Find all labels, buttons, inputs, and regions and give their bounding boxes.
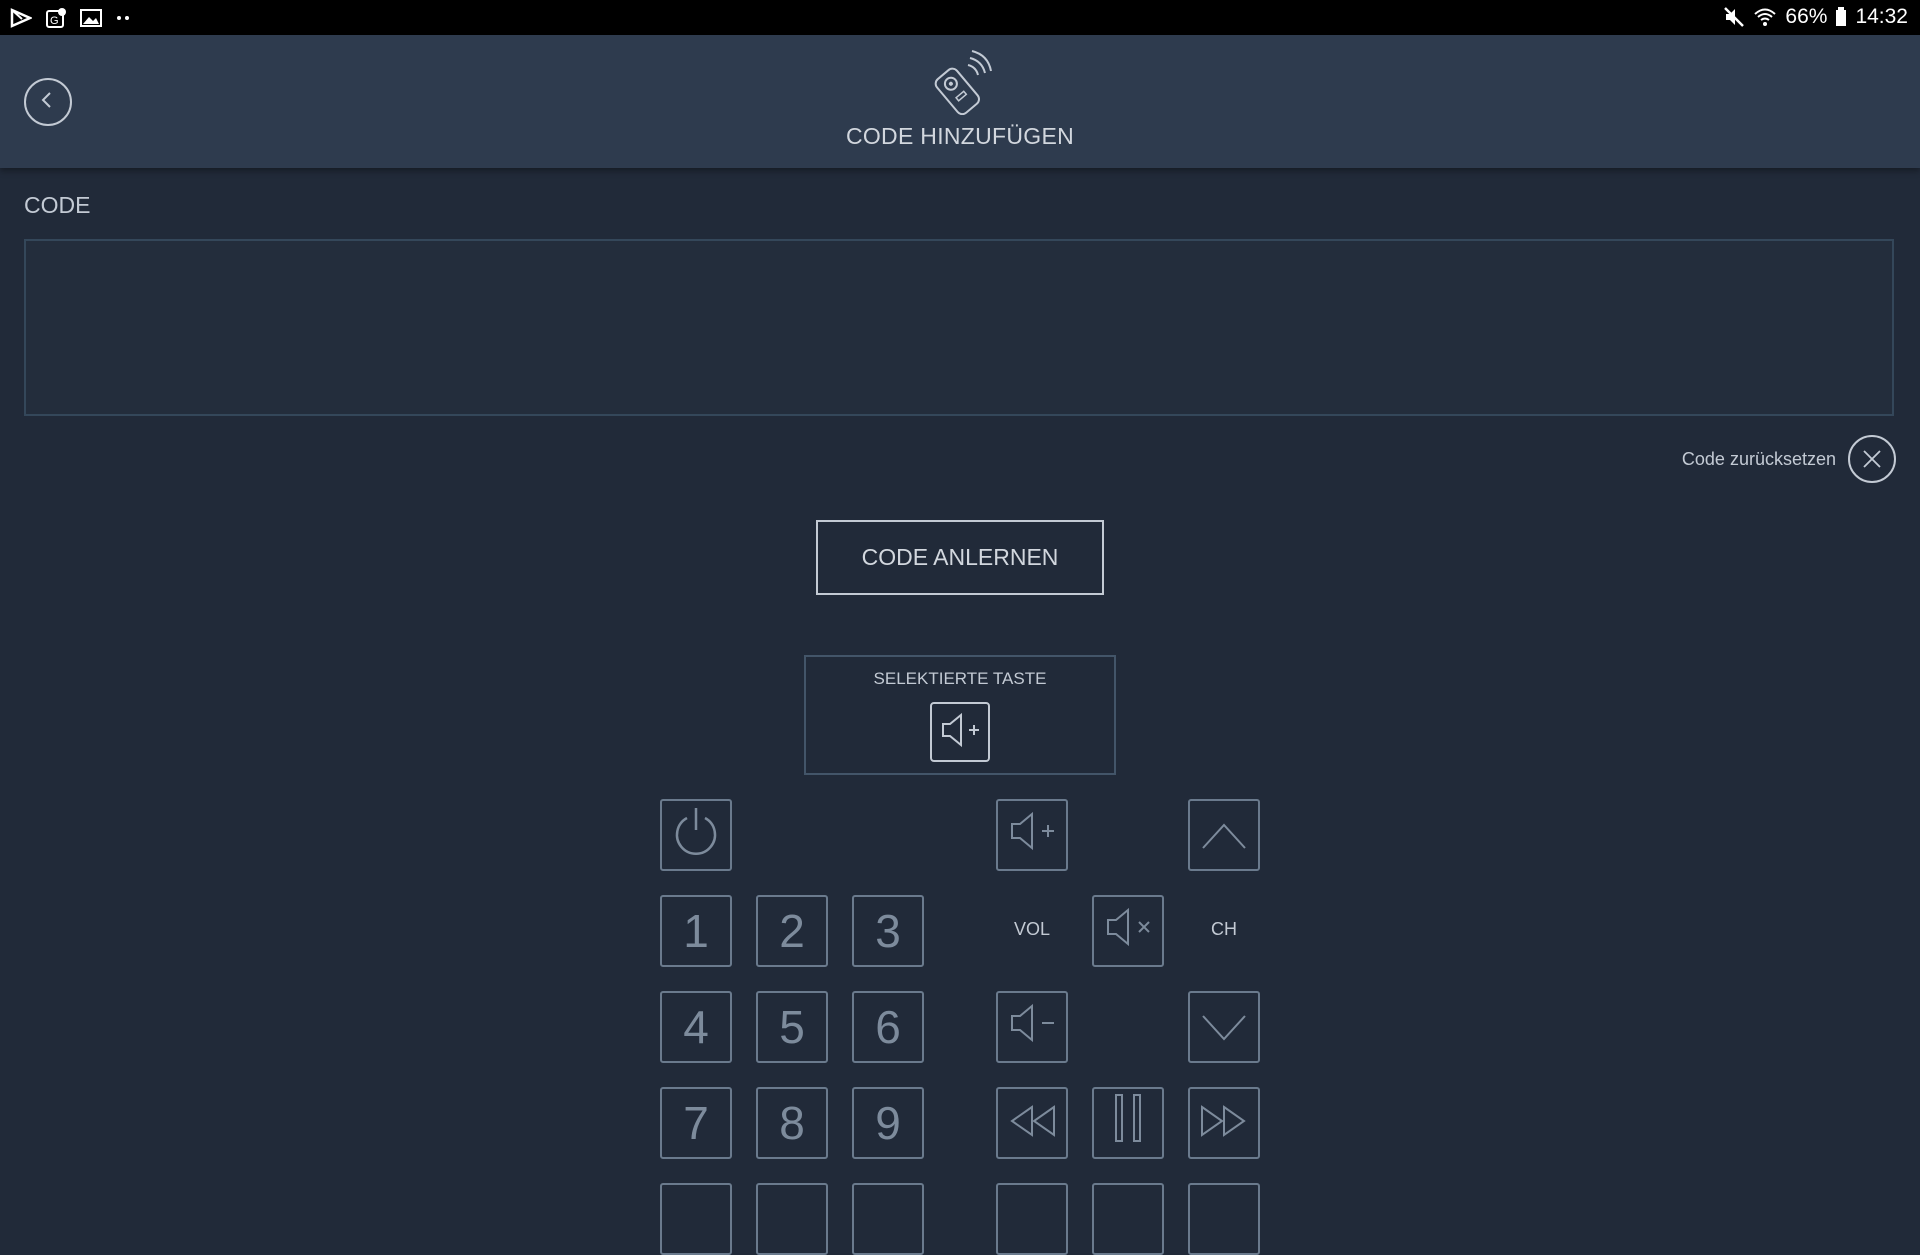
- digit-5-button[interactable]: 5: [756, 991, 828, 1063]
- rewind-button[interactable]: [996, 1087, 1068, 1159]
- volume-down-icon: [1004, 1000, 1060, 1054]
- digit-8-button[interactable]: 8: [756, 1087, 828, 1159]
- selected-key-label: SELEKTIERTE TASTE: [873, 669, 1047, 688]
- back-arrow-icon: [38, 90, 58, 115]
- back-button[interactable]: [24, 78, 72, 126]
- play-store-icon: [10, 8, 32, 28]
- power-icon: [670, 804, 722, 867]
- mute-icon: [1723, 6, 1745, 28]
- fast-forward-icon: [1196, 1096, 1252, 1150]
- gallery-icon: [80, 8, 102, 28]
- reset-code-label: Code zurücksetzen: [1681, 448, 1836, 469]
- digit-9-button[interactable]: 9: [852, 1087, 924, 1159]
- close-icon[interactable]: [1848, 435, 1896, 483]
- app-header: CODE HINZUFÜGEN: [0, 35, 1920, 168]
- clock: 14:32: [1855, 5, 1908, 28]
- digit-7-button[interactable]: 7: [660, 1087, 732, 1159]
- maps-icon: G: [45, 7, 67, 29]
- bottom-row-key[interactable]: [660, 1183, 732, 1255]
- chevron-down-icon: [1199, 1000, 1249, 1054]
- digit-6-button[interactable]: 6: [852, 991, 924, 1063]
- selected-key: [930, 702, 990, 762]
- channel-down-button[interactable]: [1188, 991, 1260, 1063]
- learn-code-button[interactable]: CODE ANLERNEN: [816, 520, 1104, 595]
- volume-up-icon: [1004, 808, 1060, 862]
- status-bar: G 66% 14:32: [0, 0, 1920, 35]
- wifi-icon: [1753, 7, 1777, 27]
- reset-code-button[interactable]: Code zurücksetzen: [1682, 435, 1896, 483]
- code-label: CODE: [24, 192, 91, 218]
- page-title: CODE HINZUFÜGEN: [845, 123, 1075, 149]
- more-dots-icon: [115, 14, 133, 22]
- bottom-row-key[interactable]: [852, 1183, 924, 1255]
- battery-percent: 66%: [1785, 5, 1828, 28]
- bottom-row-key[interactable]: [1188, 1183, 1260, 1255]
- bottom-row-key[interactable]: [996, 1183, 1068, 1255]
- mute-speaker-icon: [1100, 904, 1156, 958]
- ch-label: CH: [1211, 919, 1237, 939]
- mute-button[interactable]: [1092, 895, 1164, 967]
- bottom-row-key[interactable]: [756, 1183, 828, 1255]
- pause-icon: [1108, 1092, 1148, 1155]
- digit-3-button[interactable]: 3: [852, 895, 924, 967]
- volume-down-button[interactable]: [996, 991, 1068, 1063]
- remote-control-icon: [924, 49, 992, 116]
- chevron-up-icon: [1199, 808, 1249, 862]
- digit-1-button[interactable]: 1: [660, 895, 732, 967]
- bottom-row-key[interactable]: [1092, 1183, 1164, 1255]
- code-input[interactable]: [24, 239, 1894, 416]
- digit-2-button[interactable]: 2: [756, 895, 828, 967]
- battery-icon: [1835, 7, 1847, 27]
- rewind-icon: [1004, 1096, 1060, 1150]
- selected-key-panel: SELEKTIERTE TASTE: [804, 655, 1116, 775]
- vol-label: VOL: [1013, 919, 1051, 939]
- svg-text:G: G: [50, 15, 59, 27]
- digit-4-button[interactable]: 4: [660, 991, 732, 1063]
- volume-up-icon: [937, 712, 983, 753]
- power-button[interactable]: [660, 799, 732, 871]
- pause-button[interactable]: [1092, 1087, 1164, 1159]
- volume-up-button[interactable]: [996, 799, 1068, 871]
- channel-up-button[interactable]: [1188, 799, 1260, 871]
- fast-forward-button[interactable]: [1188, 1087, 1260, 1159]
